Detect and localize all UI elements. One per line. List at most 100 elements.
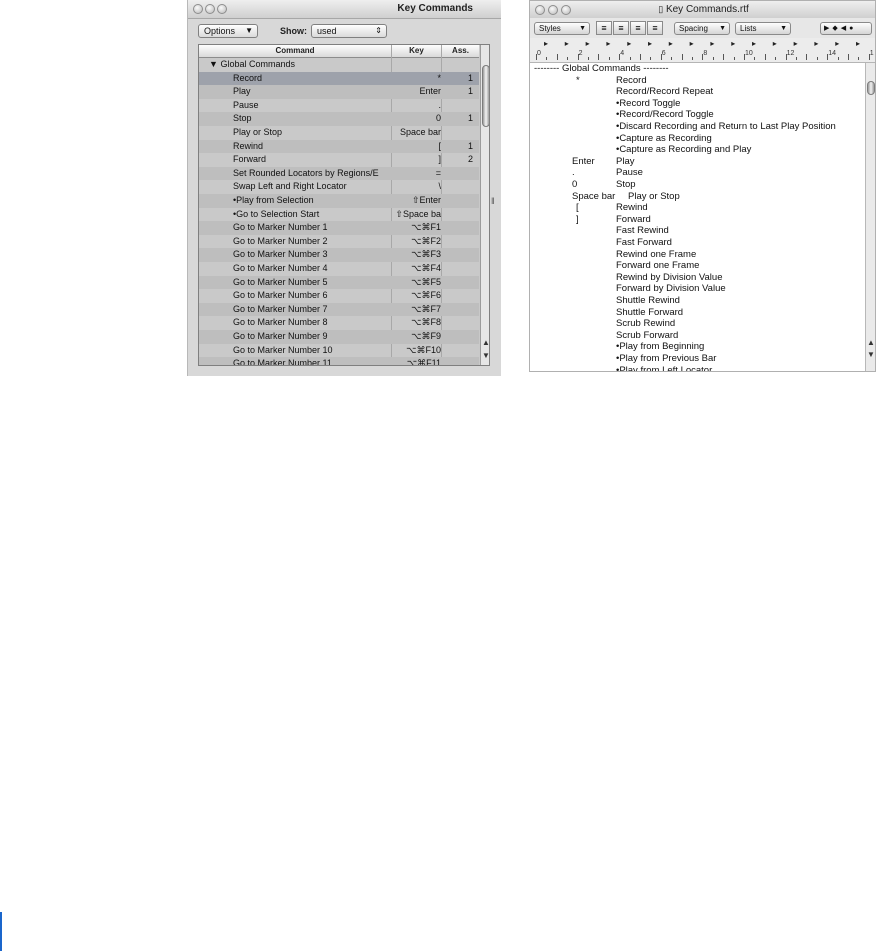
ass-cell: 2 <box>467 154 473 165</box>
table-row[interactable]: Go to Marker Number 5 ⌥⌘F5 <box>199 275 479 290</box>
group-row-global-commands[interactable]: ▼ Global Commands <box>199 58 479 72</box>
scroll-down-arrow-icon[interactable]: ▼ <box>481 350 489 361</box>
tab-stop-icon[interactable]: ▸ <box>856 39 860 48</box>
table-row[interactable]: Pause. <box>199 99 479 113</box>
tab-stop-icon[interactable]: ▸ <box>606 39 610 48</box>
center-tab-icon[interactable]: ◆ <box>832 25 840 32</box>
document-text[interactable]: -------- Global Commands -------- * Record… <box>534 63 866 371</box>
table-row[interactable]: Play Enter 1 <box>199 85 479 99</box>
table-row[interactable]: Go to Marker Number 10 ⌥⌘F10 <box>199 344 479 358</box>
tab-stops-control[interactable]: ▶◆◀● <box>820 22 872 35</box>
tab-stop-icon[interactable]: ▸ <box>814 39 818 48</box>
key-cell: ⌥⌘F1 <box>411 222 441 233</box>
ruler-tick <box>671 57 673 60</box>
lists-menu[interactable]: Lists ▼ <box>735 22 791 35</box>
tab-stop-icon[interactable]: ▸ <box>794 39 798 48</box>
table-row[interactable]: Swap Left and Right Locator \ <box>199 180 479 194</box>
command-cell: Set Rounded Locators by Regions/E <box>233 167 379 178</box>
title-bar[interactable]: ▯ Key Commands.rtf <box>530 1 875 19</box>
table-row[interactable]: Record * 1 <box>199 71 479 86</box>
table-row[interactable]: Go to Marker Number 9 ⌥⌘F9 <box>199 330 479 344</box>
table-row[interactable]: Go to Marker Number 1 ⌥⌘F1 <box>199 221 479 235</box>
chevron-down-icon: ▼ <box>579 25 586 32</box>
text-line: Record <box>616 74 647 86</box>
key-cell: \ <box>438 181 441 192</box>
ruler-tick <box>598 54 600 60</box>
text-line: Pause <box>616 167 643 179</box>
table-scrollbar[interactable]: ▲ ▼ <box>480 45 489 365</box>
table-row[interactable]: Go to Marker Number 7 ⌥⌘F7 <box>199 302 479 317</box>
column-header-key[interactable]: Key <box>392 46 441 55</box>
justify-icon: ≡ <box>635 23 641 33</box>
tab-stop-icon[interactable]: ▸ <box>586 39 590 48</box>
table-row[interactable]: •Go to Selection Start ⇧Space ba <box>199 208 479 222</box>
scroll-down-arrow-icon[interactable]: ▼ <box>866 349 875 360</box>
justify-button[interactable]: ≡ <box>630 21 646 35</box>
disclosure-triangle-icon[interactable]: ▼ <box>209 59 218 69</box>
tab-stop-icon[interactable]: ▸ <box>669 39 673 48</box>
ruler-tick <box>837 57 839 60</box>
group-label: ▼ Global Commands <box>209 58 367 71</box>
command-cell: Forward <box>233 154 267 165</box>
command-cell: Go to Marker Number 10 <box>233 344 333 355</box>
tab-stop-icon[interactable]: ▸ <box>773 39 777 48</box>
key-cell: Space bar <box>399 127 441 137</box>
tab-stop-icon[interactable]: ▸ <box>752 39 756 48</box>
text-line: Fast Rewind <box>616 225 669 237</box>
key-cell: * <box>437 72 441 83</box>
column-header-command[interactable]: Command <box>199 46 391 55</box>
align-center-icon: ≡ <box>618 23 624 33</box>
tab-stop-icon[interactable]: ▸ <box>731 39 735 48</box>
ass-cell: 1 <box>467 140 473 151</box>
table-row[interactable]: Rewind [1 <box>199 139 479 154</box>
table-row[interactable]: Go to Marker Number 11 ⌥⌘F11 <box>199 357 479 365</box>
show-select[interactable]: used ⇕ <box>311 24 387 38</box>
table-row[interactable]: Go to Marker Number 8 ⌥⌘F8 <box>199 316 479 330</box>
scroll-up-arrow-icon[interactable]: ▲ <box>866 337 875 348</box>
key-cell: ⌥⌘F2 <box>411 235 441 246</box>
text-line: Stop <box>616 179 636 190</box>
align-right-button[interactable]: ≡ <box>647 21 663 35</box>
options-menu[interactable]: Options ▼ <box>198 24 258 38</box>
title-bar[interactable]: Key Commands <box>188 0 501 19</box>
document-scrollbar[interactable]: ▲ ▼ <box>865 63 875 371</box>
tab-stop-icon[interactable]: ▸ <box>544 39 548 48</box>
ruler-tick <box>848 54 849 60</box>
command-cell: Record <box>233 72 263 83</box>
styles-menu[interactable]: Styles ▼ <box>534 22 590 35</box>
table-row[interactable]: Set Rounded Locators by Regions/E = <box>199 166 479 181</box>
ruler[interactable]: 0 2 4 6 8 10 12 14 1 ▸ ▸ ▸ ▸ ▸ ▸ ▸ ▸ ▸ ▸ ▸ ▸ ▸ ▸ ▸ ▸ <box>530 38 875 63</box>
tab-stop-icon[interactable]: ▸ <box>835 39 839 48</box>
tab-stop-icon[interactable]: ▸ <box>565 39 569 48</box>
table-row[interactable]: Play or Stop Space bar <box>199 126 479 140</box>
scroll-up-arrow-icon[interactable]: ▲ <box>481 337 489 348</box>
table-row[interactable]: Stop 0 1 <box>199 112 479 126</box>
align-center-button[interactable]: ≡ <box>613 21 629 35</box>
ruler-number: 1 <box>869 50 874 57</box>
scroll-thumb[interactable] <box>867 81 875 95</box>
right-tab-icon[interactable]: ◀ <box>841 25 849 32</box>
key-cell: ⌥⌘F3 <box>411 249 441 260</box>
table-row[interactable]: Go to Marker Number 3 ⌥⌘F3 <box>199 248 479 262</box>
text-line: •Record/Record Toggle <box>616 109 714 121</box>
styles-label: Styles <box>539 24 561 33</box>
resize-grip-icon[interactable]: ‖ <box>491 196 495 206</box>
table-row[interactable]: Go to Marker Number 2 ⌥⌘F2 <box>199 235 479 249</box>
table-row[interactable]: Go to Marker Number 4 ⌥⌘F4 <box>199 262 479 276</box>
tab-stop-icon[interactable]: ▸ <box>648 39 652 48</box>
table-row[interactable]: •Play from Selection ⇧Enter <box>199 194 479 208</box>
tab-stop-icon[interactable]: ▸ <box>690 39 694 48</box>
command-cell: •Go to Selection Start <box>233 208 320 219</box>
scroll-thumb[interactable] <box>482 65 489 127</box>
text-line: •Capture as Recording and Play <box>616 144 752 156</box>
tab-stop-icon[interactable]: ▸ <box>627 39 631 48</box>
lists-label: Lists <box>740 24 757 33</box>
table-row[interactable]: Forward] 2 <box>199 153 479 167</box>
table-row[interactable]: Go to Marker Number 6 ⌥⌘F6 <box>199 289 479 303</box>
column-header-ass[interactable]: Ass. <box>442 46 479 55</box>
tab-stop-icon[interactable]: ▸ <box>710 39 714 48</box>
ruler-tick <box>588 57 589 60</box>
decimal-tab-icon[interactable]: ● <box>849 25 856 32</box>
align-left-button[interactable]: ≡ <box>596 21 612 35</box>
spacing-menu[interactable]: Spacing ▼ <box>674 22 730 35</box>
